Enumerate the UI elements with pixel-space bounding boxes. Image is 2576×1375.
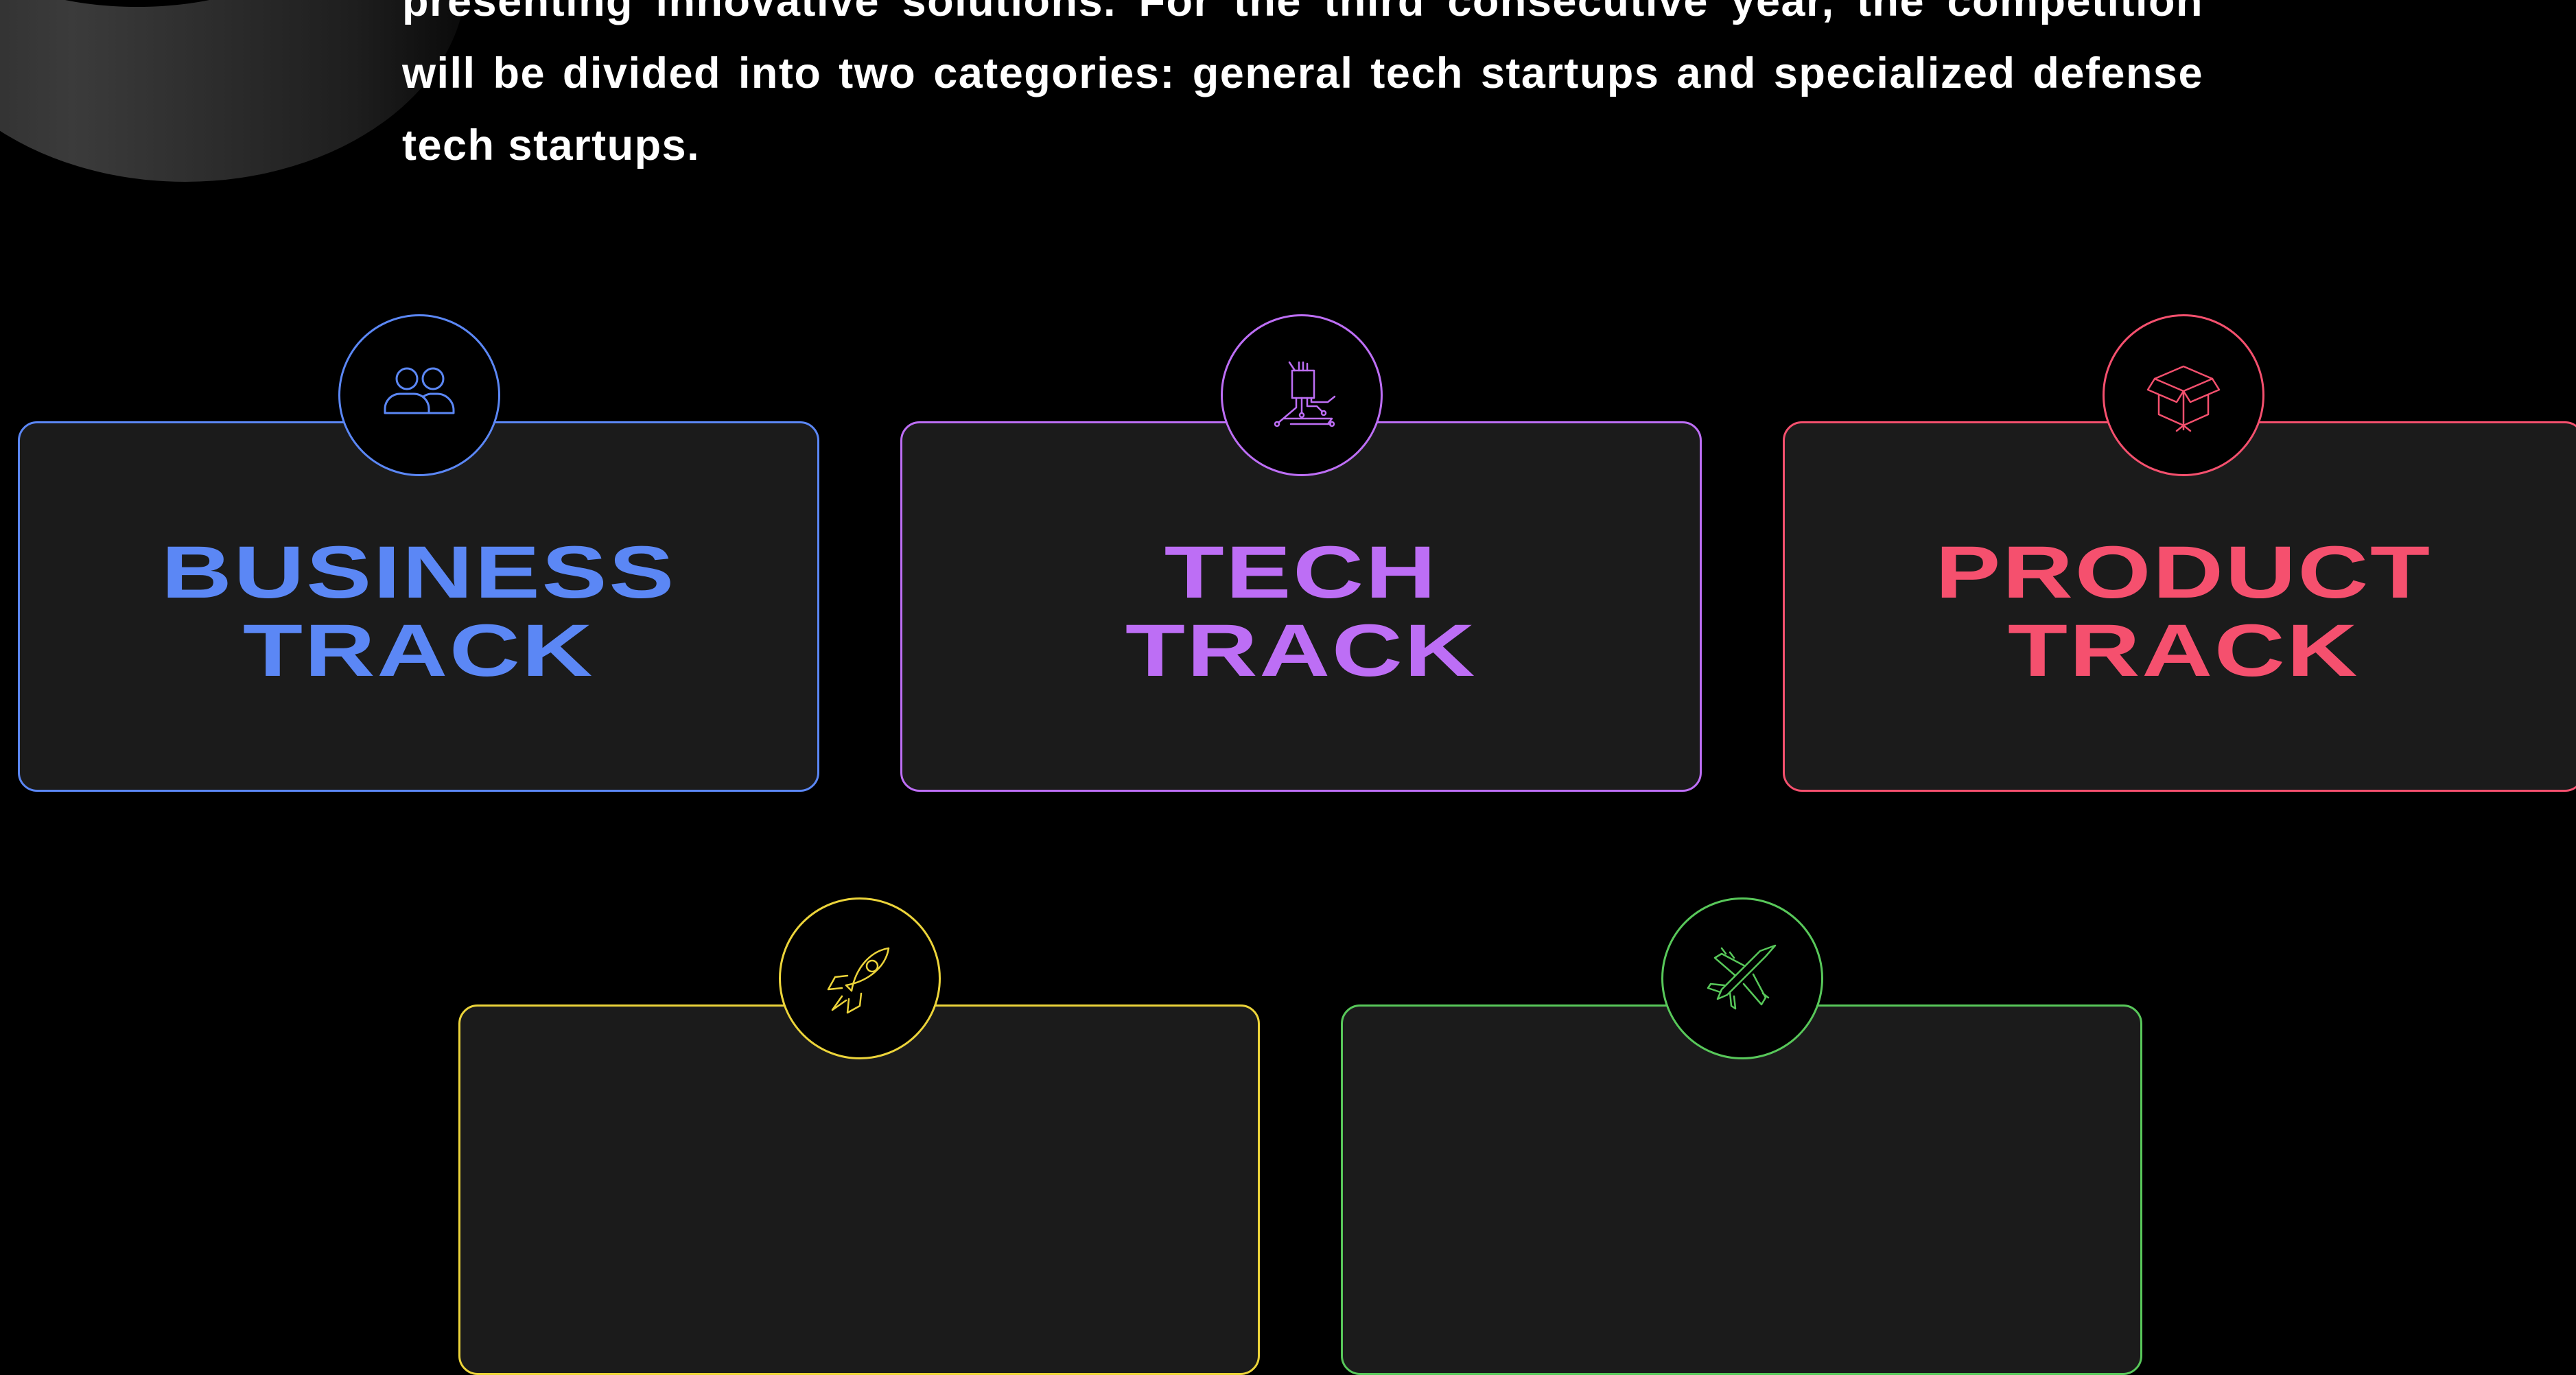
- tech-track-card[interactable]: TECH TRACK: [900, 421, 1702, 792]
- business-track-badge: [338, 314, 500, 476]
- product-track-card[interactable]: PRODUCT TRACK: [1783, 421, 2576, 792]
- business-track-card[interactable]: BUSINESS TRACK: [18, 421, 819, 792]
- defense-track-badge: [1661, 897, 1823, 1059]
- users-icon: [384, 367, 455, 414]
- product-track-title-line1: PRODUCT: [1935, 530, 2432, 613]
- open-box-icon: [2146, 365, 2221, 432]
- rocket-track-badge: [779, 897, 941, 1059]
- product-track-badge: [2103, 314, 2264, 476]
- product-track-title: PRODUCT TRACK: [1657, 533, 2576, 690]
- decorative-background-shape: [0, 0, 467, 182]
- defense-track-card[interactable]: [1341, 1004, 2142, 1375]
- intro-paragraph: presenting innovative solutions. For the…: [402, 0, 2203, 169]
- fighter-jet-icon: [1707, 944, 1777, 1010]
- rocket-icon: [827, 947, 890, 1014]
- chip-circuit-icon: [1274, 361, 1336, 427]
- tech-track-badge: [1221, 314, 1383, 476]
- product-track-title-line2: TRACK: [2007, 609, 2360, 692]
- rocket-track-card[interactable]: [458, 1004, 1260, 1375]
